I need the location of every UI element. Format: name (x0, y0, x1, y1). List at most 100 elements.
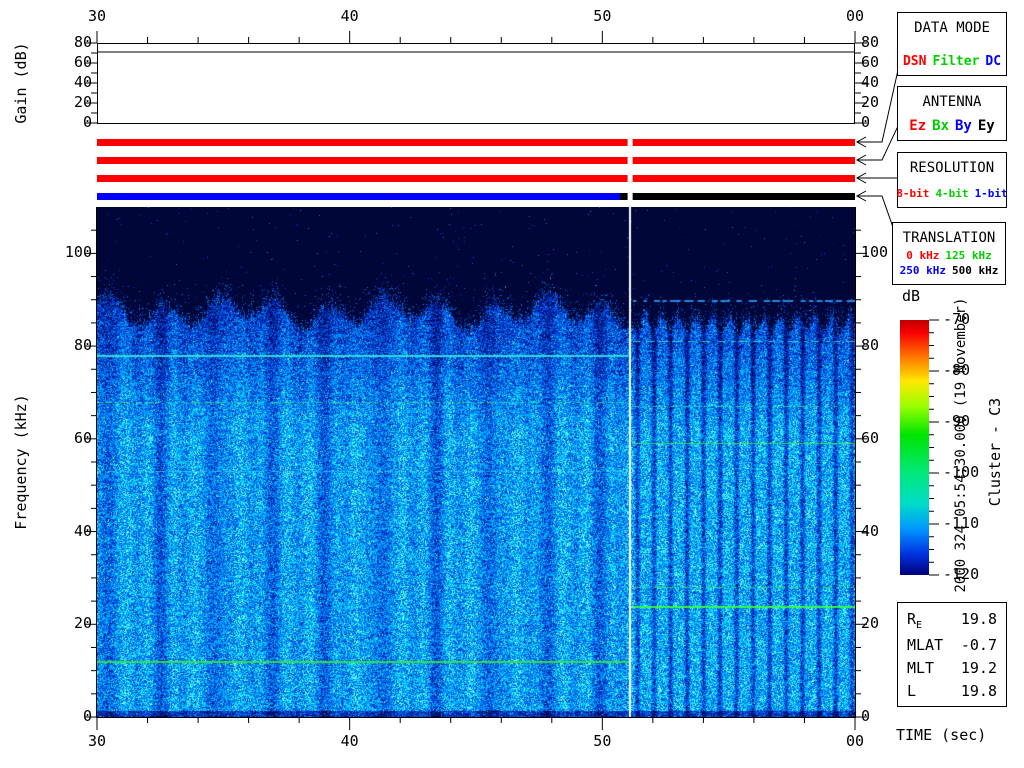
ephemeris-value: 19.8 (960, 681, 997, 700)
ephemeris-label: RE (907, 609, 923, 631)
arrow-left-icon (855, 190, 867, 202)
arrow-left-icon (855, 172, 867, 184)
top-time-tick-label: 50 (593, 7, 612, 25)
info-box-title: ANTENNA (922, 94, 982, 110)
freq-tick-label: 60 (73, 428, 92, 447)
leader-antenna (858, 125, 899, 161)
ephemeris-row: MLAT -0.7 (907, 636, 997, 654)
frequency-axis-title: Frequency (kHz) (12, 394, 30, 530)
mode-option: DC (985, 54, 1002, 69)
info-box-resolution: RESOLUTION 8-bit 4-bit 1-bit (896, 152, 1008, 208)
info-box-title: DATA MODE (914, 20, 990, 36)
wbd-spectrogram-display: Gain (dB) Frequency (kHz) TIME (sec) dB … (0, 0, 1024, 768)
freq-tick-label-right: 100 (861, 243, 889, 262)
freq-tick-label-right: 80 (861, 336, 880, 355)
gain-tick-label: 80 (73, 33, 92, 51)
mode-option: 0 kHz (906, 249, 940, 262)
gain-tick-label-right: 80 (861, 33, 880, 51)
status-bars (97, 139, 855, 200)
ephemeris-box: RE 19.8 MLAT -0.7 MLT 19.2 L 19.8 (897, 602, 1007, 707)
gain-tick-label: 20 (73, 93, 92, 111)
freq-tick-label-right: 60 (861, 428, 880, 447)
top-time-tick-label: 30 (87, 7, 107, 25)
status-bar-resolution (632, 175, 855, 182)
mode-option: DSN (902, 54, 927, 69)
mode-option: 125 kHz (945, 249, 992, 262)
ephemeris-row: L 19.8 (907, 682, 997, 700)
mode-option: Ey (977, 118, 995, 134)
gain-axis-title: Gain (dB) (12, 42, 30, 124)
top-time-tick-label: 40 (340, 7, 359, 25)
freq-tick-label: 100 (64, 243, 92, 262)
bottom-time-tick-label: 40 (340, 732, 359, 750)
mode-option: Filter (932, 54, 980, 69)
status-bar-data_mode (632, 139, 855, 146)
ephemeris-row: RE 19.8 (907, 610, 997, 631)
info-box-title: TRANSLATION (902, 230, 996, 246)
info-box-values: Ez Bx By Ey (906, 119, 997, 134)
info-box-title: RESOLUTION (909, 160, 995, 176)
colorbar-tick-label: -80 (943, 361, 971, 379)
colorbar-title: dB (902, 287, 921, 305)
colorbar-tick-label: -70 (943, 310, 971, 328)
ephemeris-value: 19.8 (960, 609, 997, 628)
colorbar-tick-label: -110 (943, 514, 980, 532)
gain-tick-label-right: 20 (861, 93, 880, 111)
arrow-left-icon (855, 136, 867, 148)
gain-tick-label: 0 (82, 113, 92, 131)
arrow-left-icon (855, 154, 867, 166)
bottom-time-tick-label: 00 (845, 732, 865, 750)
mode-option: 1-bit (974, 187, 1008, 200)
mode-option: By (955, 118, 972, 134)
mode-option: 4-bit (935, 187, 969, 200)
info-box-data-mode: DATA MODE DSN Filter DC (897, 12, 1007, 76)
ephemeris-value: -0.7 (960, 635, 997, 654)
mode-option: 250 kHz (899, 264, 946, 277)
mode-option: Ez (909, 118, 927, 134)
status-bar-resolution (97, 175, 628, 182)
freq-tick-label-right: 0 (861, 707, 871, 725)
freq-tick-label: 20 (73, 614, 92, 633)
info-box-values: DSN Filter DC (900, 54, 1004, 69)
freq-tick-label: 80 (73, 336, 92, 355)
info-box-row: 250 kHz 500 kHz (897, 263, 1002, 278)
freq-tick-label-right: 40 (861, 521, 880, 540)
time-axis-title: TIME (sec) (896, 726, 987, 744)
status-bar-data_mode (97, 139, 628, 146)
mode-option: Bx (932, 118, 949, 134)
gain-tick-label: 40 (73, 73, 92, 91)
info-box-antenna: ANTENNA Ez Bx By Ey (897, 86, 1007, 141)
gain-tick-label-right: 0 (861, 113, 871, 131)
info-box-row: 8-bit 4-bit 1-bit (893, 186, 1010, 201)
info-box-values: 0 kHz 125 kHz 250 kHz 500 kHz (897, 248, 1002, 278)
spacecraft-label: Cluster - C3 (986, 397, 1004, 507)
info-box-row: Ez Bx By Ey (906, 119, 997, 134)
mode-option: 500 kHz (952, 264, 999, 277)
colorbar-tick-label: -90 (943, 412, 971, 430)
ephemeris-label: L (907, 681, 917, 700)
ephemeris-row: MLT 19.2 (907, 659, 997, 677)
gain-tick-label-right: 40 (861, 73, 880, 91)
bottom-time-tick-label: 30 (87, 732, 107, 750)
info-box-row: 0 kHz 125 kHz (897, 248, 1002, 263)
timestamp-label: 2000 324 05:54:30.000 (19 November) (953, 297, 969, 593)
freq-tick-label: 40 (73, 521, 92, 540)
status-bar-antenna (632, 157, 855, 164)
freq-tick-label: 0 (82, 707, 92, 725)
mode-option: 8-bit (896, 187, 930, 200)
status-bar-translation (620, 193, 628, 200)
ephemeris-value: 19.2 (960, 658, 997, 677)
ephemeris-label: MLT (907, 658, 935, 677)
status-bar-translation (632, 193, 855, 200)
colorbar-tick-label: -100 (943, 463, 980, 481)
status-bar-antenna (97, 157, 628, 164)
gain-panel-frame (97, 43, 855, 124)
colorbar-gradient (900, 320, 929, 575)
top-time-tick-label: 00 (845, 7, 865, 25)
leader-translation (858, 195, 896, 234)
freq-tick-label-right: 20 (861, 614, 880, 633)
status-bar-translation (97, 193, 621, 200)
colorbar-tick-label: -120 (943, 565, 980, 583)
gain-tick-label: 60 (73, 53, 92, 71)
bottom-time-tick-label: 50 (593, 732, 612, 750)
